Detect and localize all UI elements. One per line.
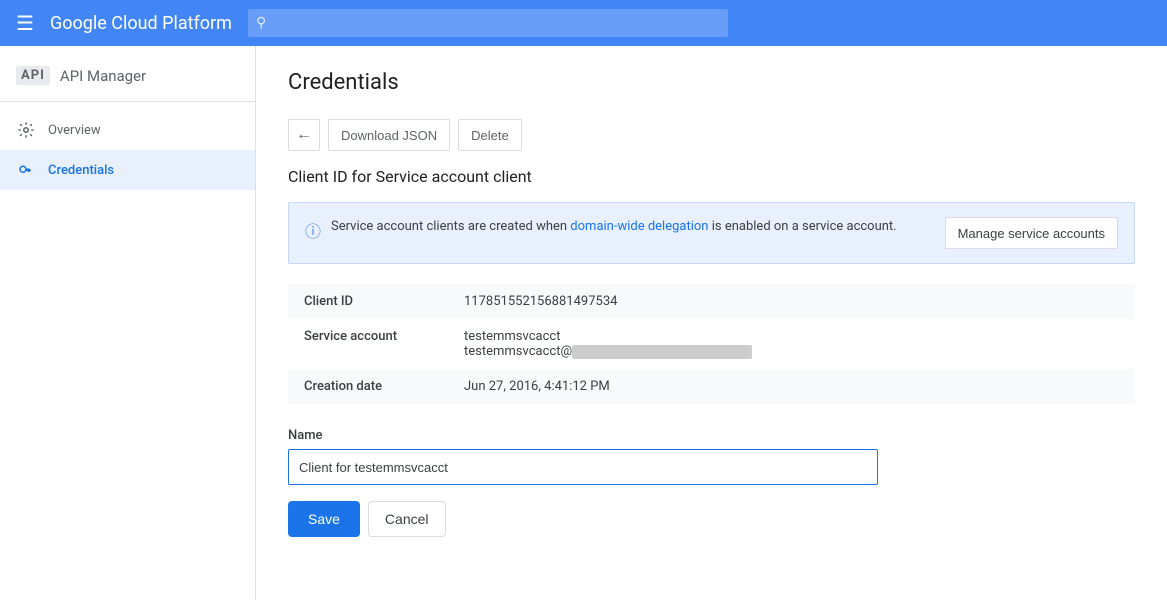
info-icon: ⓘ [305, 218, 321, 242]
sidebar-header: API API Manager [0, 54, 255, 102]
search-wrapper: ⚲ [248, 9, 728, 37]
client-id-title: Client ID for Service account client [288, 167, 1135, 186]
table-row: Creation date Jun 27, 2016, 4:41:12 PM [288, 369, 1135, 404]
back-button[interactable]: ← [288, 119, 320, 151]
layout: API API Manager Overview Credentials Cre… [0, 46, 1167, 600]
delete-button[interactable]: Delete [458, 119, 522, 151]
credentials-icon [16, 160, 36, 180]
sidebar-item-overview[interactable]: Overview [0, 110, 255, 150]
overview-icon [16, 120, 36, 140]
action-buttons: Save Cancel [288, 501, 1135, 537]
info-box: ⓘ Service account clients are created wh… [288, 202, 1135, 264]
creation-date-value: Jun 27, 2016, 4:41:12 PM [448, 369, 1135, 404]
toolbar: ← Download JSON Delete [288, 119, 1135, 151]
page-title: Credentials [288, 70, 1135, 95]
domain-delegation-link[interactable]: domain-wide delegation [570, 219, 708, 234]
client-id-value: 117851552156881497534 [448, 284, 1135, 319]
cancel-button[interactable]: Cancel [368, 501, 446, 537]
client-id-label: Client ID [288, 284, 448, 319]
topbar: ☰ Google Cloud Platform ⚲ [0, 0, 1167, 46]
main-content: Credentials ← Download JSON Delete Clien… [256, 46, 1167, 600]
info-text: Service account clients are created when… [331, 217, 897, 237]
sidebar-item-credentials-label: Credentials [48, 163, 114, 178]
search-input[interactable] [248, 9, 728, 37]
name-input[interactable] [288, 449, 878, 485]
blurred-email [572, 345, 752, 359]
details-table: Client ID 117851552156881497534 Service … [288, 284, 1135, 404]
save-button[interactable]: Save [288, 501, 360, 537]
manage-service-accounts-button[interactable]: Manage service accounts [945, 217, 1118, 249]
service-account-value: testemmsvcacct testemmsvcacct@ [448, 319, 1135, 369]
info-box-content: ⓘ Service account clients are created wh… [305, 217, 929, 242]
menu-icon[interactable]: ☰ [16, 11, 34, 35]
service-account-label: Service account [288, 319, 448, 369]
download-json-button[interactable]: Download JSON [328, 119, 450, 151]
creation-date-label: Creation date [288, 369, 448, 404]
name-field-label: Name [288, 428, 1135, 443]
table-row: Service account testemmsvcacct testemmsv… [288, 319, 1135, 369]
topbar-title: Google Cloud Platform [50, 13, 232, 34]
sidebar-app-title: API Manager [60, 67, 146, 85]
sidebar: API API Manager Overview Credentials [0, 46, 256, 600]
sidebar-item-credentials[interactable]: Credentials [0, 150, 255, 190]
api-badge: API [16, 66, 50, 85]
sidebar-item-overview-label: Overview [48, 123, 101, 138]
table-row: Client ID 117851552156881497534 [288, 284, 1135, 319]
